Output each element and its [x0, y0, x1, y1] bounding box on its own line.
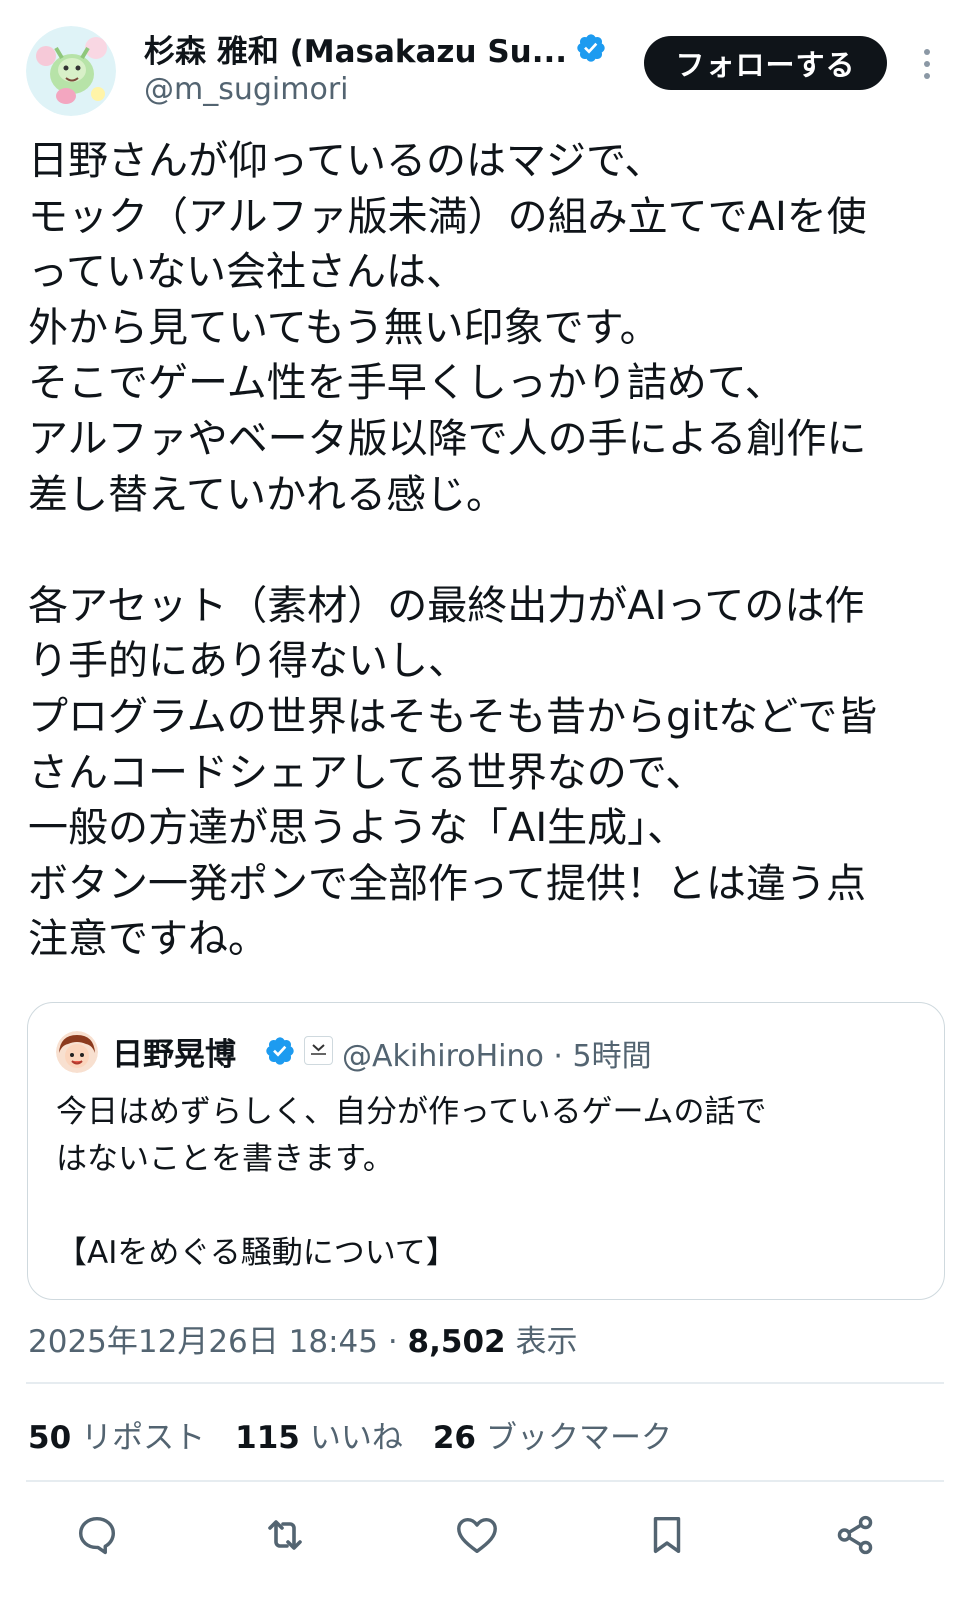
quoted-text: 今日はめずらしく、自分が作っているゲームの話で はないことを書きます。 【AIを… [56, 1094, 767, 1271]
quoted-tweet[interactable]: 日野晃博 @AkihiroHino · 5時間 今日はめずらしく、自分が作ってい… [27, 1002, 945, 1300]
likes-label: いいね [309, 1420, 403, 1456]
author-handle[interactable]: @m_sugimori [144, 72, 349, 107]
reposts-label: リポスト [81, 1420, 206, 1456]
bookmarks-count: 26 [432, 1420, 476, 1456]
action-bar [0, 1500, 970, 1570]
verified-badge-icon [577, 34, 605, 62]
more-icon[interactable] [914, 44, 940, 84]
likes-stat[interactable]: 115 いいね [235, 1412, 403, 1457]
share-icon[interactable] [830, 1510, 880, 1560]
quoted-author-avatar [56, 1031, 98, 1073]
divider [26, 1382, 944, 1384]
quoted-handle-time: @AkihiroHino · 5時間 [342, 1039, 652, 1074]
affiliate-badge-icon [304, 1036, 333, 1065]
quoted-author-name: 日野晃博 [112, 1037, 236, 1073]
engagement-stats: 50 リポスト 115 いいね 26 ブックマーク [28, 1412, 672, 1457]
reply-icon[interactable] [72, 1510, 122, 1560]
tweet-meta: 2025年12月26日 18:45 · 8,502 表示 [28, 1316, 577, 1361]
likes-count: 115 [235, 1420, 300, 1456]
views-label: 表示 [505, 1324, 578, 1360]
like-icon[interactable] [452, 1510, 502, 1560]
author-avatar[interactable] [26, 26, 116, 116]
repost-icon[interactable] [260, 1510, 310, 1560]
bookmarks-stat[interactable]: 26 ブックマーク [433, 1412, 672, 1457]
views-count: 8,502 [407, 1324, 506, 1360]
author-display-name[interactable]: 杉森 雅和 (Masakazu Su... [144, 26, 567, 71]
follow-button[interactable]: フォローする [644, 36, 887, 90]
tweet-timestamp[interactable]: 2025年12月26日 18:45 · [28, 1324, 408, 1360]
quoted-verified-badge-icon [266, 1037, 294, 1065]
divider [26, 1480, 944, 1482]
reposts-count: 50 [28, 1420, 72, 1456]
bookmark-icon[interactable] [642, 1510, 692, 1560]
tweet-text: 日野さんが仰っているのはマジで、 モック（アルファ版未満）の組み立てでAIを使 … [28, 138, 878, 963]
bookmarks-label: ブックマーク [486, 1420, 672, 1456]
reposts-stat[interactable]: 50 リポスト [28, 1412, 205, 1457]
